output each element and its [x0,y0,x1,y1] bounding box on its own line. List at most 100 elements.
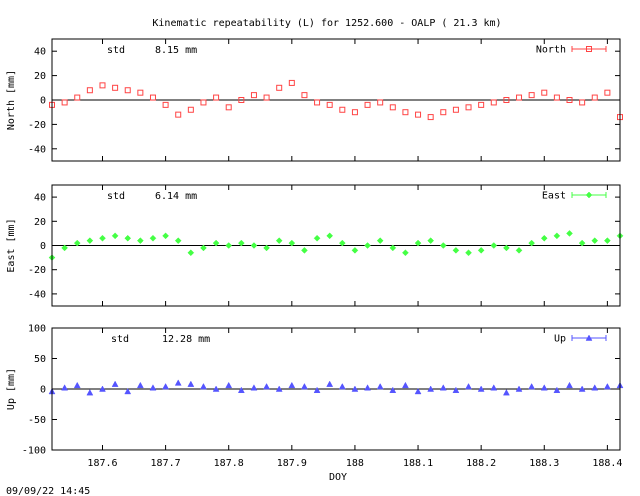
data-point [452,106,459,113]
data-point [402,381,409,389]
x-tick-label: 187.6 [87,458,117,469]
data-point [452,386,460,393]
data-point [162,101,169,108]
data-point [225,381,233,389]
data-point [74,94,81,101]
data-point [591,237,599,245]
data-point [326,232,334,240]
data-point [490,242,498,249]
x-tick-label: 187.8 [214,458,244,469]
data-point [440,109,447,116]
data-point [477,246,485,254]
data-point [301,246,308,254]
data-point [99,82,106,89]
data-point [376,237,384,245]
kinematic-repeatability-figure: Kinematic repeatability (L) for 1252.600… [6,18,624,496]
data-point [111,232,119,240]
x-axis-label: DOY [329,472,347,483]
data-point [465,383,472,390]
y-tick-label: 100 [28,324,46,335]
y-tick-label: -50 [28,415,46,426]
y-axis-label: Up [mm] [6,368,17,410]
data-point [566,230,573,237]
data-point [364,242,371,249]
data-point [73,381,81,389]
data-point [553,232,561,240]
y-tick-label: 0 [40,96,46,107]
data-point [313,386,321,393]
data-point [377,99,384,106]
data-point [276,84,283,91]
x-tick-label: 188.2 [466,458,496,469]
data-point [566,381,573,389]
data-point [579,99,586,106]
y-tick-label: -20 [28,120,46,131]
data-point [427,114,434,121]
data-point [540,384,548,391]
y-tick-label: 20 [34,217,46,228]
x-tick-label: 187.7 [151,458,181,469]
y-axis-label: North [mm] [6,70,17,130]
chart-title: Kinematic repeatability (L) for 1252.600… [152,18,501,29]
data-point [174,237,182,245]
data-point [174,379,182,386]
data-point [326,380,334,387]
data-point [351,246,359,254]
y-tick-label: 40 [34,193,46,204]
data-point [200,383,207,390]
y-tick-label: 40 [34,47,46,58]
north-panel: -40 -20 0 20 40 North [mm] std 8.15 mm North [6,38,623,162]
data-point [187,249,195,257]
data-point [263,94,270,101]
data-point [149,234,157,242]
data-point [237,386,245,393]
x-tick-label: 187.9 [277,458,307,469]
x-tick-label: 188 [346,458,364,469]
legend-label: Up [554,334,566,345]
data-point [502,389,510,396]
data-point [351,109,358,116]
y-axis-label: East [mm] [6,218,17,272]
data-point [415,111,422,118]
data-point [86,389,94,396]
data-point [162,232,169,240]
data-point [338,383,346,390]
data-point [250,384,258,391]
data-point [553,94,560,101]
x-tick-label: 188.4 [592,458,622,469]
data-point [99,234,106,242]
x-tick-label: 188.3 [529,458,559,469]
data-point [326,101,333,108]
data-point [427,237,435,245]
data-point [86,237,94,245]
data-point [389,386,397,393]
y-tick-label: 0 [40,385,46,396]
data-point [250,92,257,99]
data-point [591,384,599,391]
data-point [528,92,535,99]
data-point [187,106,194,113]
data-point [364,384,371,391]
data-point [528,383,536,390]
data-point [200,99,207,106]
y-tick-label: -40 [28,144,46,155]
data-point [364,101,371,108]
data-point [465,249,472,257]
data-point [301,383,308,390]
data-point [439,242,447,249]
data-point [263,383,270,390]
data-point [389,104,396,111]
data-point [301,92,308,99]
data-point [187,380,195,387]
legend-label: East [542,191,566,202]
std-label: std [107,45,125,56]
data-point [136,381,144,389]
data-point [225,242,233,249]
data-point [452,246,460,254]
data-point [490,384,498,391]
east-panel: -40 -20 0 20 40 East [mm] std 6.14 mm East [6,184,624,307]
up-panel: -100 -50 0 50 100 187.6 187.7 187.8 187.9 188 188.… [6,324,624,469]
legend-label: North [536,45,566,56]
data-point [313,234,321,242]
data-point [250,242,258,249]
